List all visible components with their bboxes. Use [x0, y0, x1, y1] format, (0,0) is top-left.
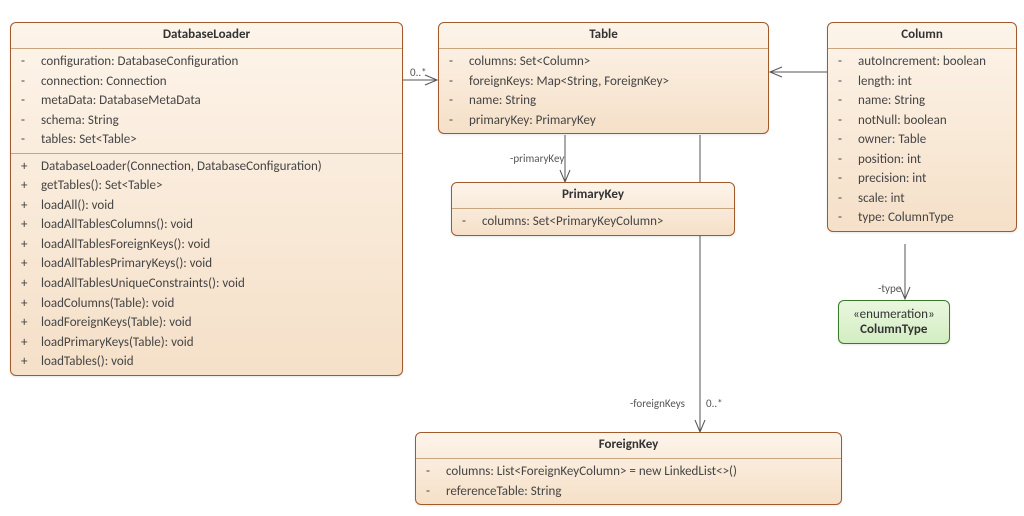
assoc-primarykey-label: -primaryKey	[510, 152, 564, 165]
class-title: DatabaseLoader	[11, 23, 402, 49]
class-database-loader: DatabaseLoader -configuration: DatabaseC…	[10, 22, 403, 376]
attributes-section: -autoIncrement: boolean -length: int -na…	[828, 49, 1016, 231]
attributes-section: -configuration: DatabaseConfiguration -c…	[11, 49, 402, 154]
class-table: Table -columns: Set<Column> -foreignKeys…	[438, 22, 769, 134]
operations-section: +DatabaseLoader(Connection, DatabaseConf…	[11, 154, 402, 375]
enum-column-type: «enumeration» ColumnType	[838, 300, 950, 344]
stereotype-label: «enumeration»	[853, 307, 935, 322]
attributes-section: -columns: List<ForeignKeyColumn> = new L…	[416, 459, 841, 504]
class-foreign-key: ForeignKey -columns: List<ForeignKeyColu…	[415, 432, 842, 505]
multiplicity-label: 0..*	[706, 397, 723, 410]
assoc-type-label: -type	[878, 282, 901, 295]
assoc-foreignkeys-label: -foreignKeys	[630, 397, 685, 410]
class-primary-key: PrimaryKey -columns: Set<PrimaryKeyColum…	[451, 182, 735, 236]
multiplicity-label: 0..*	[410, 66, 427, 79]
class-title: PrimaryKey	[452, 183, 734, 209]
class-title: ForeignKey	[416, 433, 841, 459]
attributes-section: -columns: Set<Column> -foreignKeys: Map<…	[439, 49, 768, 133]
class-title: Table	[439, 23, 768, 49]
class-column: Column -autoIncrement: boolean -length: …	[827, 22, 1017, 232]
attributes-section: -columns: Set<PrimaryKeyColumn>	[452, 209, 734, 235]
class-title: Column	[828, 23, 1016, 49]
class-title: ColumnType	[853, 322, 935, 337]
